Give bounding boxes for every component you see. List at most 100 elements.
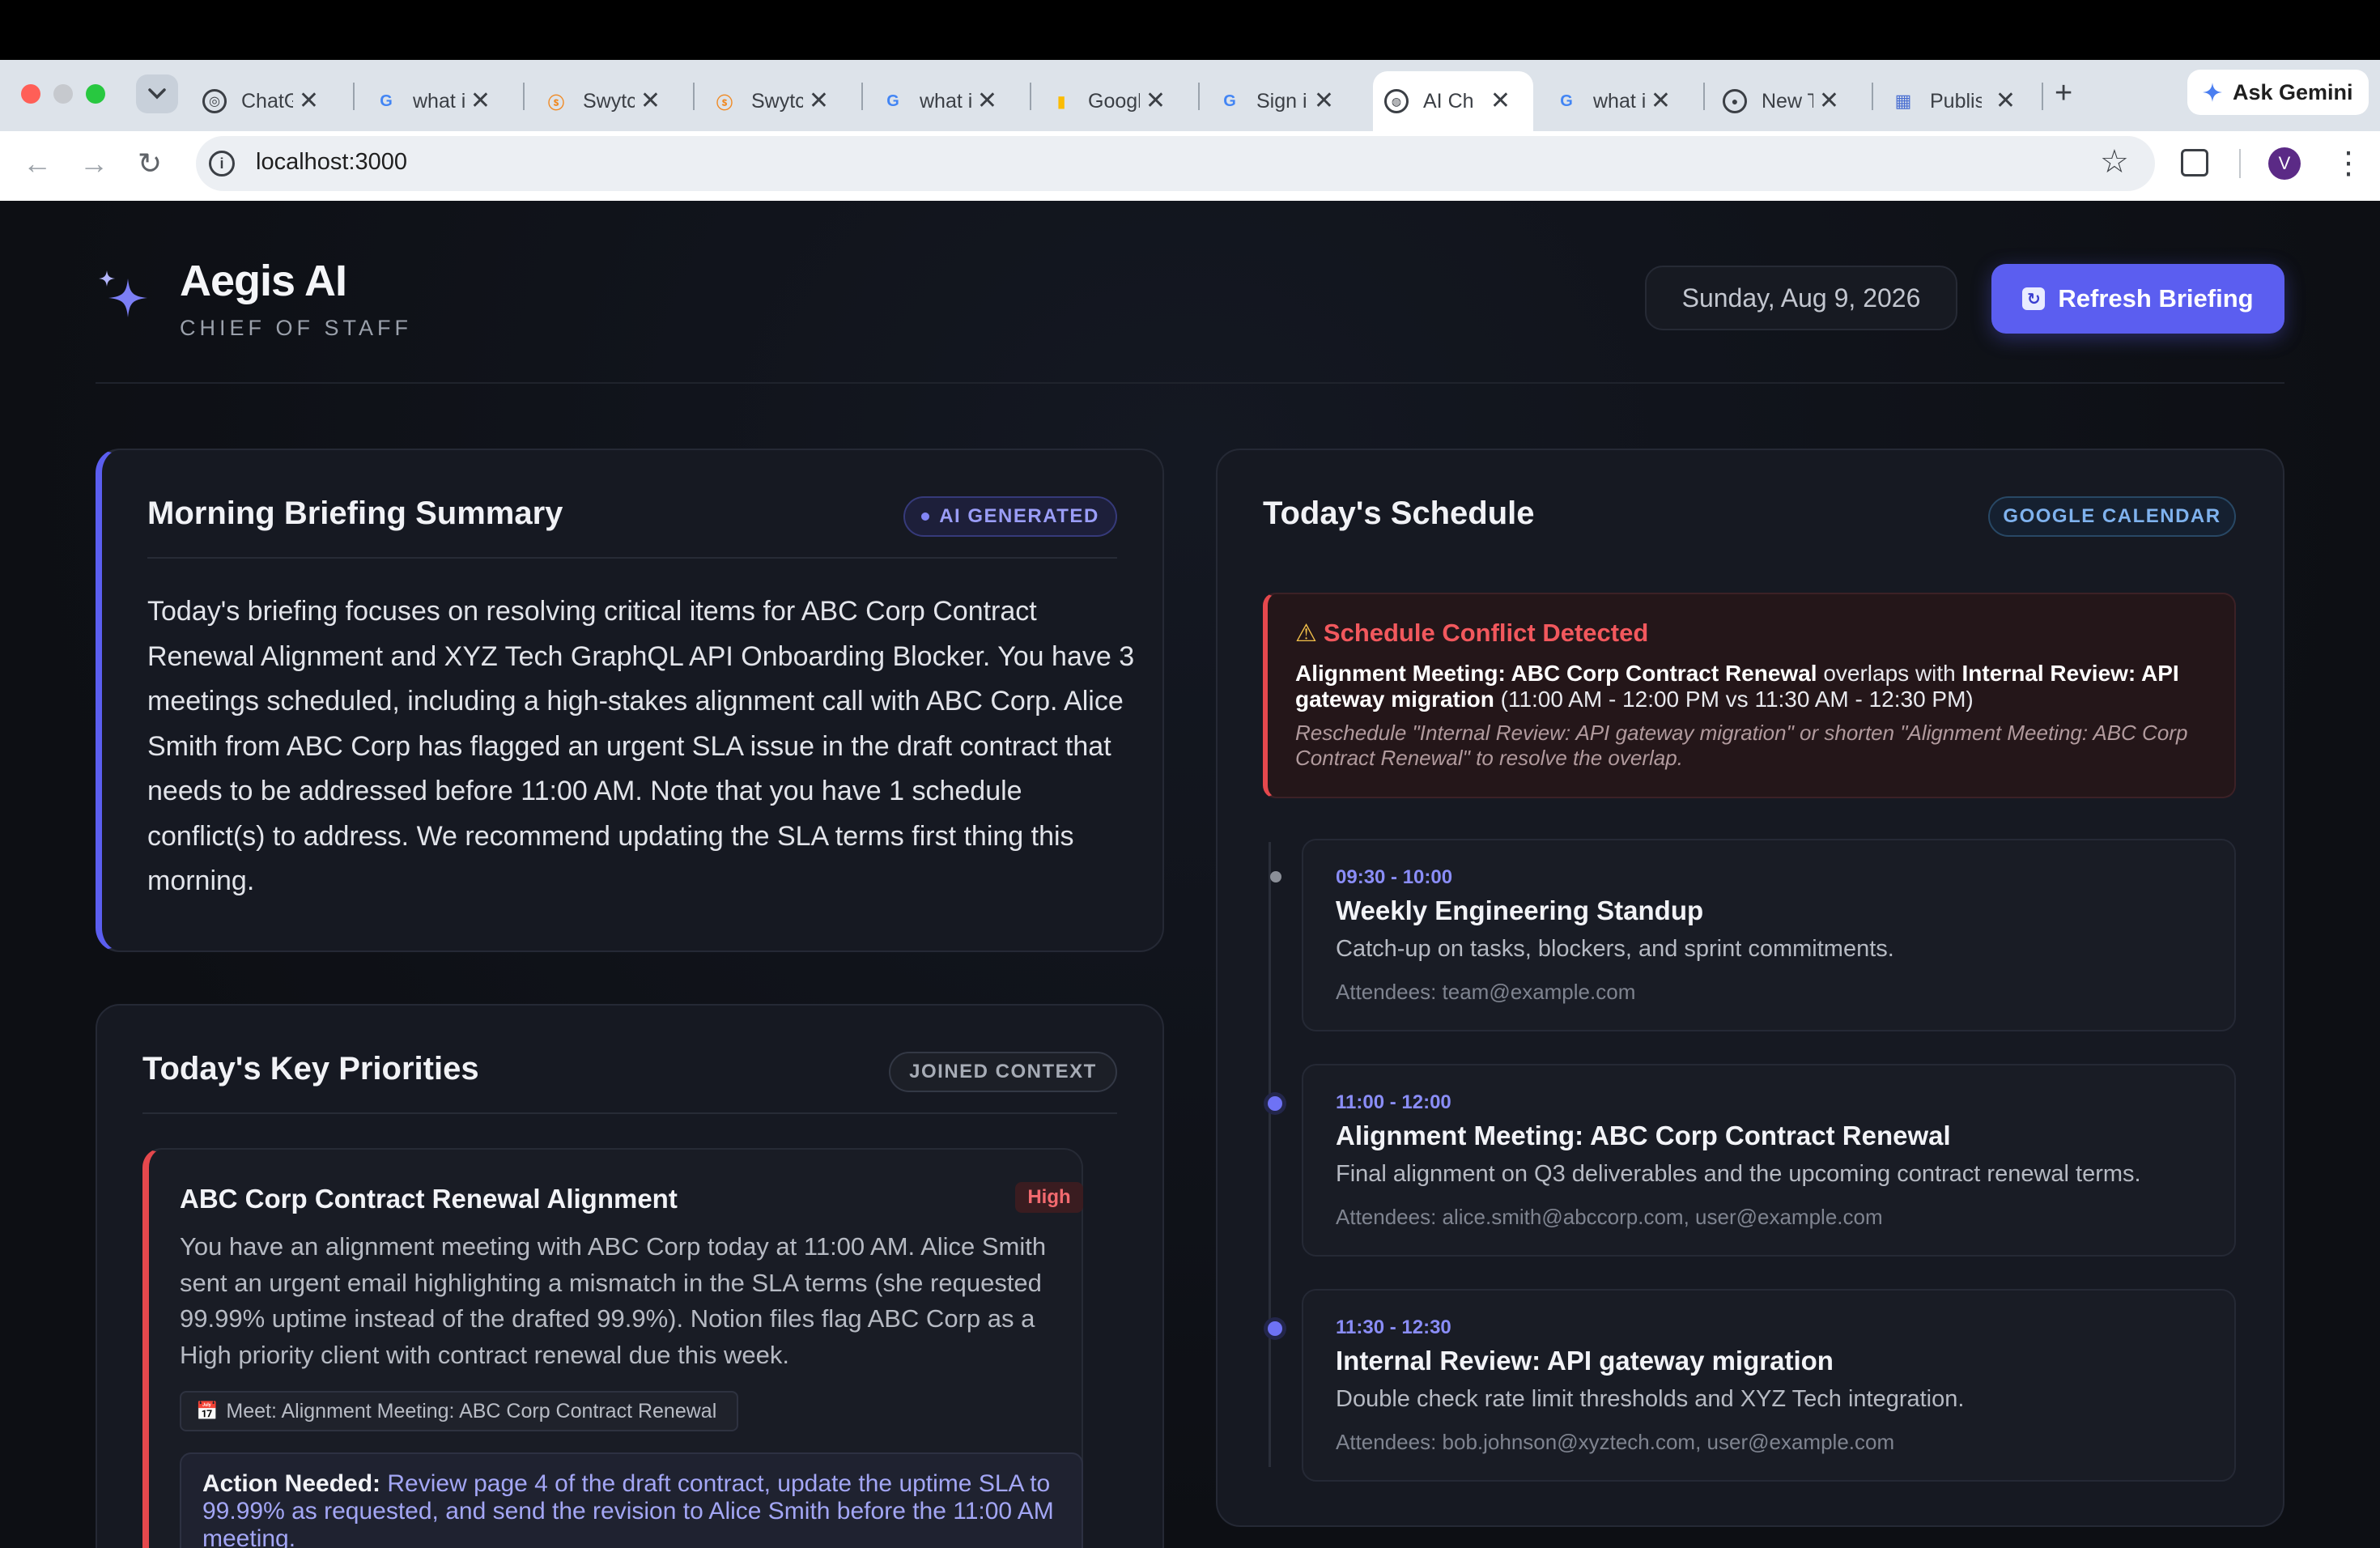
- os-menu-bar: [0, 0, 2380, 60]
- globe-icon: ◍: [1384, 89, 1409, 113]
- tab-title: what is: [413, 89, 465, 113]
- event-attendees: Attendees: alice.smith@abccorp.com, user…: [1336, 1205, 1883, 1229]
- conflict-description: Alignment Meeting: ABC Corp Contract Ren…: [1295, 661, 2202, 712]
- calendar-icon: 📅: [196, 1401, 219, 1421]
- event-title: Alignment Meeting: ABC Corp Contract Ren…: [1336, 1121, 1951, 1150]
- ask-gemini-label: Ask Gemini: [2233, 79, 2353, 104]
- conflict-overlaps-text: overlaps with: [1823, 661, 1956, 686]
- address-bar[interactable]: [196, 136, 2155, 191]
- refresh-briefing-label: Refresh Briefing: [2058, 284, 2254, 313]
- tab-separator: [1030, 83, 1031, 110]
- browser-tab[interactable]: G what is ✕: [1554, 71, 1694, 131]
- bookmark-star-icon[interactable]: ☆: [2100, 144, 2129, 180]
- browser-tab[interactable]: G Sign in ✕: [1218, 71, 1357, 131]
- tab-separator: [353, 83, 355, 110]
- ask-gemini-button[interactable]: Ask Gemini: [2187, 70, 2369, 115]
- action-needed-label: Action Needed:: [202, 1470, 381, 1497]
- browser-tab[interactable]: ● New Tab ✕: [1723, 71, 1862, 131]
- browser-tab[interactable]: ⓢ Swytch ✕: [712, 71, 852, 131]
- chrome-icon: ●: [1723, 89, 1747, 113]
- briefing-summary-text: Today's briefing focuses on resolving cr…: [147, 596, 1135, 896]
- current-date: Sunday, Aug 9, 2026: [1645, 266, 1957, 330]
- warning-icon: ⚠: [1295, 619, 1317, 647]
- tab-close-icon[interactable]: ✕: [809, 87, 829, 115]
- tab-title: New Tab: [1762, 89, 1813, 113]
- tab-close-icon[interactable]: ✕: [1490, 87, 1511, 115]
- meeting-link-chip[interactable]: 📅 Meet: Alignment Meeting: ABC Corp Cont…: [180, 1391, 738, 1431]
- browser-tab[interactable]: ⓢ Swytch ✕: [544, 71, 683, 131]
- browser-tab[interactable]: ◎ ChatGPT ✕: [202, 71, 342, 131]
- browser-menu-icon[interactable]: ⋮: [2333, 146, 2364, 181]
- event-description: Double check rate limit thresholds and X…: [1336, 1386, 1965, 1412]
- address-bar-url[interactable]: localhost:3000: [256, 149, 407, 176]
- forward-arrow-icon[interactable]: →: [79, 146, 108, 181]
- action-needed-box: Action Needed: Review page 4 of the draf…: [180, 1452, 1083, 1548]
- tab-title: ChatGPT: [241, 89, 293, 113]
- ai-generated-badge: AI GENERATED: [903, 496, 1117, 537]
- new-tab-button[interactable]: +: [2055, 76, 2072, 110]
- browser-tab-active[interactable]: ◍ AI Chief ✕: [1373, 71, 1533, 131]
- event-description: Catch-up on tasks, blockers, and sprint …: [1336, 936, 1894, 962]
- tab-separator: [1198, 83, 1200, 110]
- browser-tab[interactable]: G what is ✕: [881, 71, 1020, 131]
- conflict-event-a: Alignment Meeting: ABC Corp Contract Ren…: [1295, 661, 1817, 686]
- meeting-chip-label: Meet: Alignment Meeting: ABC Corp Contra…: [226, 1399, 717, 1423]
- tab-separator: [523, 83, 525, 110]
- site-info-icon[interactable]: i: [209, 151, 235, 176]
- refresh-briefing-button[interactable]: ↻ Refresh Briefing: [1991, 264, 2284, 334]
- tab-close-icon[interactable]: ✕: [299, 87, 319, 115]
- browser-tab[interactable]: ▮ Google ✕: [1049, 71, 1188, 131]
- google-icon: G: [1560, 91, 1573, 110]
- sparkle-logo-icon: [99, 270, 147, 317]
- tab-title: Swytch: [583, 89, 635, 113]
- chatgpt-icon: ◎: [202, 89, 227, 113]
- card-title: Today's Schedule: [1263, 495, 1535, 531]
- google-icon: G: [380, 91, 393, 110]
- toolbar-divider: [2239, 149, 2241, 178]
- tab-close-icon[interactable]: ✕: [1651, 87, 1671, 115]
- event-title: Weekly Engineering Standup: [1336, 895, 1704, 925]
- tab-title: Google: [1088, 89, 1140, 113]
- swytch-icon: ⓢ: [716, 94, 733, 113]
- card-divider: [142, 1112, 1117, 1114]
- browser-tab[interactable]: G what is ✕: [374, 71, 513, 131]
- tab-title: what is: [920, 89, 971, 113]
- tab-title: Sign in: [1256, 89, 1308, 113]
- window-zoom-button[interactable]: [86, 84, 105, 104]
- card-divider: [147, 557, 1117, 559]
- joined-context-badge: JOINED CONTEXT: [889, 1052, 1117, 1092]
- tab-close-icon[interactable]: ✕: [1145, 87, 1166, 115]
- profile-avatar[interactable]: V: [2268, 147, 2301, 180]
- google-calendar-badge: GOOGLE CALENDAR: [1988, 496, 2236, 537]
- priority-title: ABC Corp Contract Renewal Alignment: [180, 1184, 678, 1214]
- tab-title: what is: [1593, 89, 1645, 113]
- window-minimize-button[interactable]: [53, 84, 73, 104]
- back-arrow-icon[interactable]: ←: [23, 146, 52, 181]
- tab-close-icon[interactable]: ✕: [977, 87, 997, 115]
- event-description: Final alignment on Q3 deliverables and t…: [1336, 1161, 2141, 1187]
- extensions-puzzle-icon[interactable]: [2181, 149, 2208, 176]
- priority-level-badge: High: [1015, 1182, 1083, 1213]
- priority-description: You have an alignment meeting with ABC C…: [180, 1232, 1047, 1369]
- tab-close-icon[interactable]: ✕: [1995, 87, 2016, 115]
- tab-close-icon[interactable]: ✕: [470, 87, 491, 115]
- app-title: Aegis AI: [180, 257, 347, 305]
- tab-close-icon[interactable]: ✕: [640, 87, 661, 115]
- timeline-dot: [1268, 1096, 1282, 1111]
- tab-search-button[interactable]: [136, 74, 178, 113]
- tab-title: AI Chief: [1423, 89, 1475, 113]
- swytch-icon: ⓢ: [548, 94, 564, 113]
- event-attendees: Attendees: team@example.com: [1336, 980, 1636, 1004]
- tab-close-icon[interactable]: ✕: [1819, 87, 1839, 115]
- browser-tab[interactable]: ▦ Publish ✕: [1891, 71, 2038, 131]
- window-close-button[interactable]: [21, 84, 40, 104]
- reload-icon[interactable]: ↻: [138, 146, 162, 181]
- event-title: Internal Review: API gateway migration: [1336, 1346, 1834, 1376]
- tab-title: Swytch: [751, 89, 803, 113]
- refresh-icon: ↻: [2022, 287, 2046, 310]
- tab-separator: [693, 83, 695, 110]
- tab-close-icon[interactable]: ✕: [1314, 87, 1334, 115]
- google-icon: G: [886, 91, 899, 110]
- timeline-dot: [1268, 1321, 1282, 1336]
- event-time: 11:00 - 12:00: [1336, 1091, 1451, 1113]
